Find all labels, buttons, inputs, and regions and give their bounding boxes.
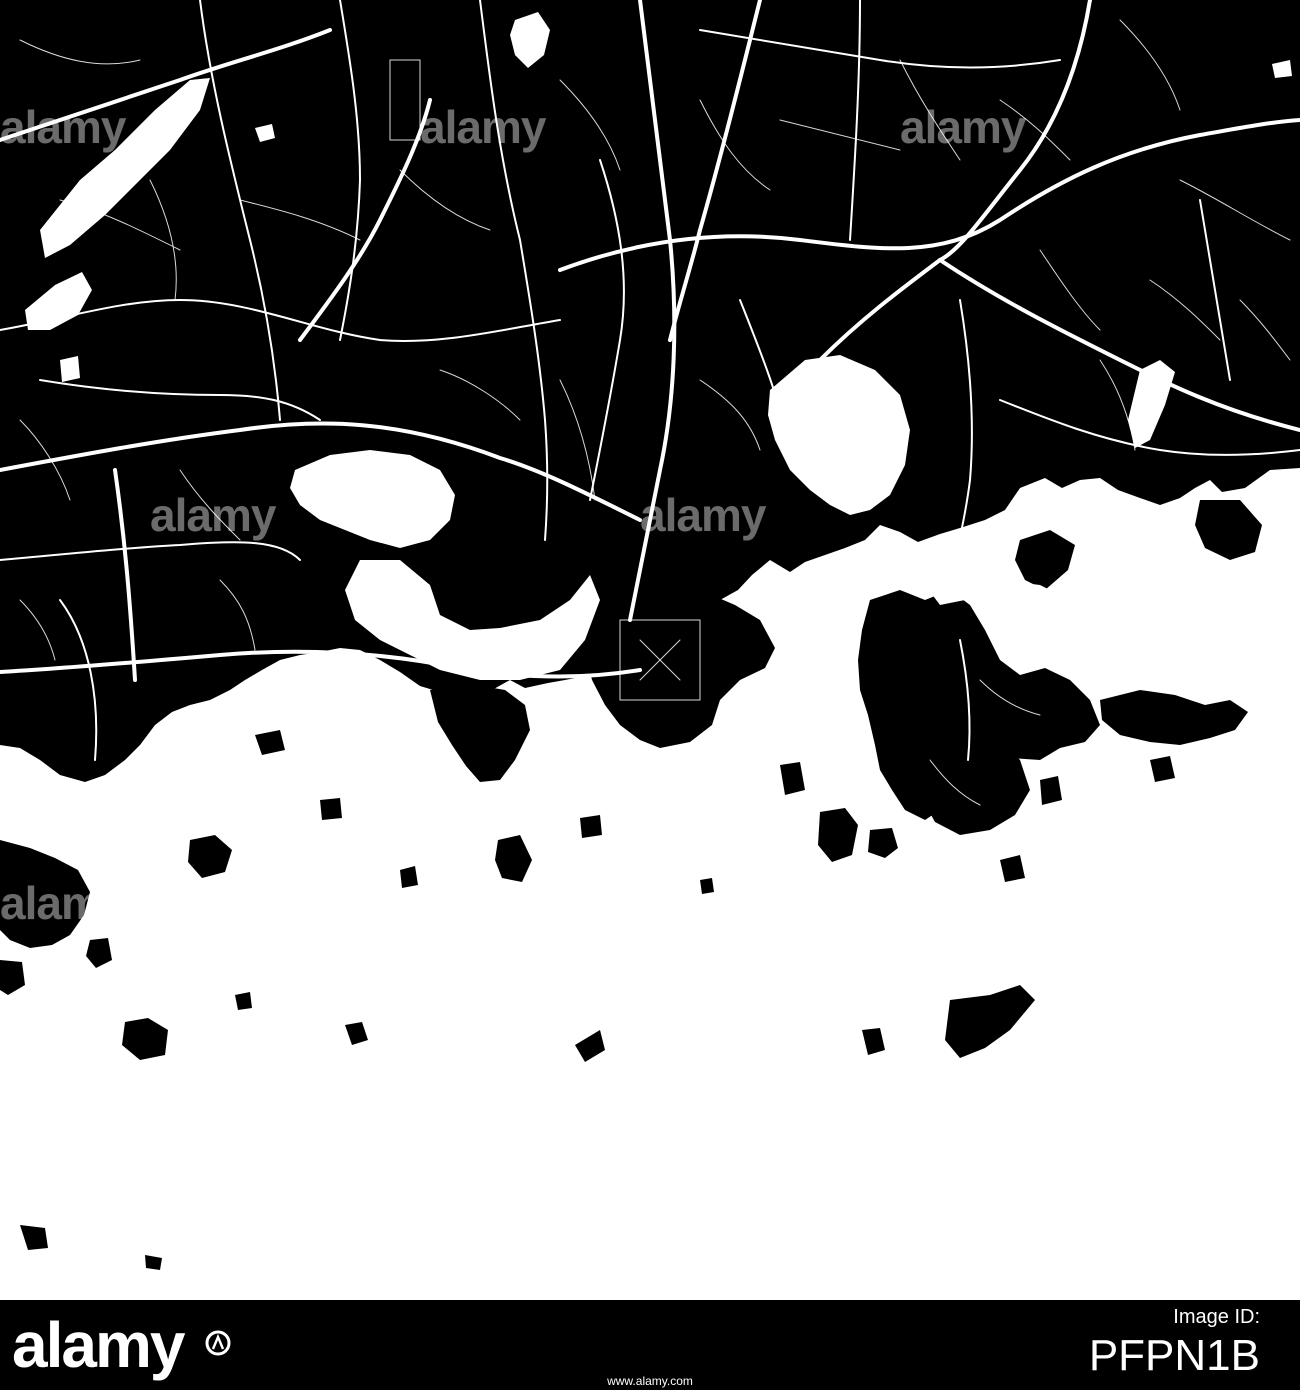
brand-logo-text: alamy	[12, 1309, 185, 1381]
island	[700, 878, 714, 894]
site-url: www.alamy.com	[607, 1374, 693, 1388]
island	[580, 815, 602, 838]
image-id-label: Image ID:	[1173, 1306, 1260, 1328]
alamy-a-logo-icon	[205, 1330, 231, 1356]
map-canvas	[0, 0, 1300, 1300]
lake	[60, 356, 80, 382]
stock-footer-bar: alamy Image ID: PFPN1B www.alamy.com	[0, 1300, 1300, 1390]
stock-image: alamy alamy alamy alamy alamy alamy alam…	[0, 0, 1300, 1390]
island	[1040, 776, 1062, 805]
island	[320, 798, 342, 820]
image-id-block: Image ID: PFPN1B	[1089, 1304, 1260, 1382]
island	[400, 866, 418, 888]
island	[235, 992, 252, 1010]
city-map: alamy alamy alamy alamy alamy alamy	[0, 0, 1300, 1300]
